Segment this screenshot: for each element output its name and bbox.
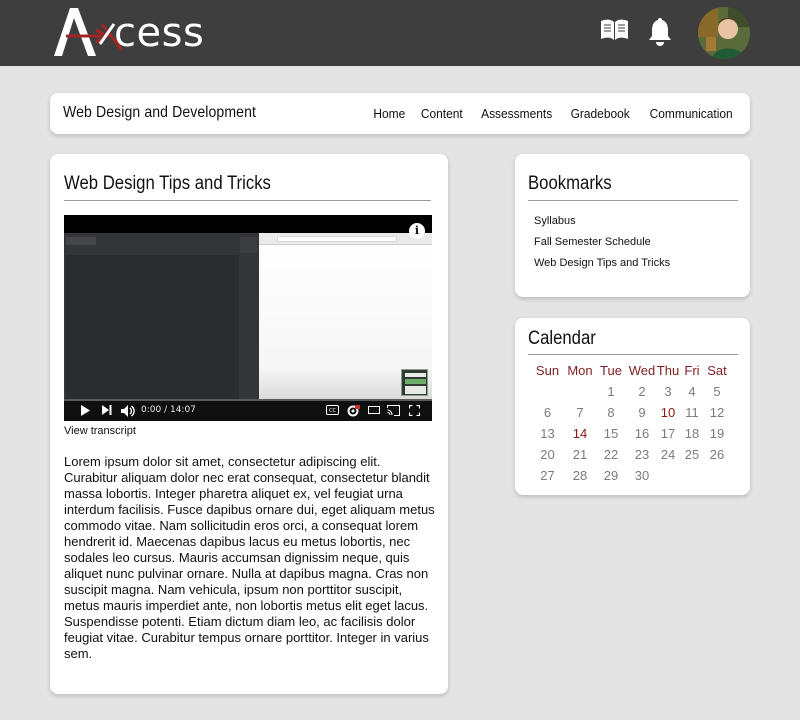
avatar-photo: [698, 7, 750, 59]
calendar-day[interactable]: 1: [594, 381, 628, 402]
weekday-label: Thu: [656, 362, 680, 378]
video-controls: 0:00 / 14:07 CC: [64, 401, 432, 421]
calendar-day[interactable]: 18: [680, 423, 704, 444]
calendar-day[interactable]: 8: [594, 402, 628, 423]
calendar-day[interactable]: 11: [680, 402, 704, 423]
book-icon[interactable]: [600, 18, 629, 42]
calendar-day[interactable]: 22: [594, 444, 628, 465]
nav-gradebook[interactable]: Gradebook: [571, 106, 630, 121]
course-navbar: Web Design and Development Home Content …: [50, 93, 750, 134]
calendar-day[interactable]: 28: [566, 465, 594, 486]
course-title[interactable]: Web Design and Development: [63, 104, 256, 122]
nav-content[interactable]: Content: [421, 106, 463, 121]
video-time: 0:00 / 14:07: [141, 405, 196, 415]
calendar-day[interactable]: 29: [594, 465, 628, 486]
view-transcript-link[interactable]: View transcript: [64, 425, 136, 437]
weekday-label: Sat: [707, 362, 727, 378]
subscribe-badge[interactable]: [401, 369, 428, 396]
bookmarks-list: Syllabus Fall Semester Schedule Web Desi…: [534, 214, 670, 277]
calendar-day[interactable]: 19: [704, 423, 730, 444]
calendar-day[interactable]: 26: [704, 444, 730, 465]
calendar-day[interactable]: [680, 465, 704, 486]
calendar-card: Calendar Sun Mon Tue Wed Thu Fri Sat 1 2…: [515, 318, 750, 495]
play-icon[interactable]: [80, 405, 90, 416]
calendar-week: 1 2 3 4 5: [529, 381, 730, 402]
calendar-day[interactable]: 25: [680, 444, 704, 465]
calendar-weekdays: Sun Mon Tue Wed Thu Fri Sat: [529, 359, 730, 381]
video-frame-code: [66, 255, 239, 399]
weekday-label: Fri: [684, 362, 700, 378]
video-frame-tab: [66, 237, 96, 245]
bookmarks-title: Bookmarks: [528, 173, 612, 194]
calendar-day[interactable]: 3: [656, 381, 680, 402]
calendar-day[interactable]: 9: [628, 402, 656, 423]
calendar-day[interactable]: 2: [628, 381, 656, 402]
calendar-divider: [528, 354, 738, 355]
video-top-strip: [64, 215, 432, 233]
calendar-day[interactable]: 21: [566, 444, 594, 465]
nav-communication[interactable]: Communication: [649, 106, 732, 121]
calendar-week: 13 14 15 16 17 18 19: [529, 423, 730, 444]
video-frame-browser-bar: [259, 233, 432, 245]
nav-home[interactable]: Home: [373, 106, 405, 121]
svg-text:CC: CC: [329, 408, 336, 414]
volume-icon[interactable]: [121, 405, 135, 417]
bookmarks-card: Bookmarks Syllabus Fall Semester Schedul…: [515, 154, 750, 297]
course-nav: Home Content Assessments Gradebook Commu…: [372, 106, 736, 121]
weekday-label: Mon: [567, 362, 593, 378]
theater-mode-icon[interactable]: [368, 405, 380, 415]
calendar-day[interactable]: 20: [529, 444, 566, 465]
calendar-day[interactable]: 24: [656, 444, 680, 465]
calendar-day[interactable]: 12: [704, 402, 730, 423]
calendar-day[interactable]: 15: [594, 423, 628, 444]
calendar-week: 20 21 22 23 24 25 26: [529, 444, 730, 465]
logo-wordmark: cess: [114, 10, 205, 56]
calendar-week: 27 28 29 30: [529, 465, 730, 486]
calendar-day[interactable]: 13: [529, 423, 566, 444]
subscribe-badge-graphic: [405, 373, 426, 394]
next-icon[interactable]: [102, 405, 112, 415]
calendar-day[interactable]: 6: [529, 402, 566, 423]
calendar-week: 6 7 8 9 10 11 12: [529, 402, 730, 423]
top-header: cess: [0, 0, 800, 66]
bookmark-item[interactable]: Web Design Tips and Tricks: [534, 256, 670, 277]
bookmarks-divider: [528, 200, 738, 201]
calendar-day[interactable]: 23: [628, 444, 656, 465]
calendar-title: Calendar: [528, 328, 596, 349]
fullscreen-icon[interactable]: [409, 405, 420, 416]
info-icon[interactable]: i: [409, 223, 425, 239]
video-frame-editor: [64, 233, 259, 405]
weekday-label: Tue: [600, 362, 622, 378]
calendar-day[interactable]: 30: [628, 465, 656, 486]
calendar-day[interactable]: 27: [529, 465, 566, 486]
calendar-day[interactable]: [566, 381, 594, 402]
calendar-day[interactable]: 10: [656, 402, 680, 423]
settings-icon[interactable]: [347, 405, 360, 417]
calendar-day[interactable]: 16: [628, 423, 656, 444]
video-frame-url: [277, 236, 397, 242]
video-player[interactable]: i 0:00 / 14:07 CC: [64, 215, 432, 421]
calendar-day[interactable]: 5: [704, 381, 730, 402]
calendar-day[interactable]: 14: [566, 423, 594, 444]
calendar-day[interactable]: 17: [656, 423, 680, 444]
calendar-day[interactable]: [656, 465, 680, 486]
weekday-label: Wed: [628, 362, 656, 378]
nav-assessments[interactable]: Assessments: [481, 106, 552, 121]
calendar-day[interactable]: 7: [566, 402, 594, 423]
captions-icon[interactable]: CC: [326, 405, 339, 415]
calendar-grid: Sun Mon Tue Wed Thu Fri Sat 1 2 3 4 5 6: [529, 359, 730, 486]
title-divider: [64, 200, 431, 201]
video-frame-panel: [240, 237, 257, 253]
avatar[interactable]: [698, 7, 750, 59]
content-title: Web Design Tips and Tricks: [64, 173, 271, 194]
bookmark-item[interactable]: Syllabus: [534, 214, 670, 235]
cast-icon[interactable]: [387, 405, 400, 416]
bell-icon[interactable]: [647, 17, 673, 47]
article-body: Lorem ipsum dolor sit amet, consectetur …: [64, 454, 435, 661]
calendar-day[interactable]: [704, 465, 730, 486]
bookmark-item[interactable]: Fall Semester Schedule: [534, 235, 670, 256]
calendar-day[interactable]: 4: [680, 381, 704, 402]
weekday-label: Sun: [535, 362, 560, 378]
calendar-day[interactable]: [529, 381, 566, 402]
